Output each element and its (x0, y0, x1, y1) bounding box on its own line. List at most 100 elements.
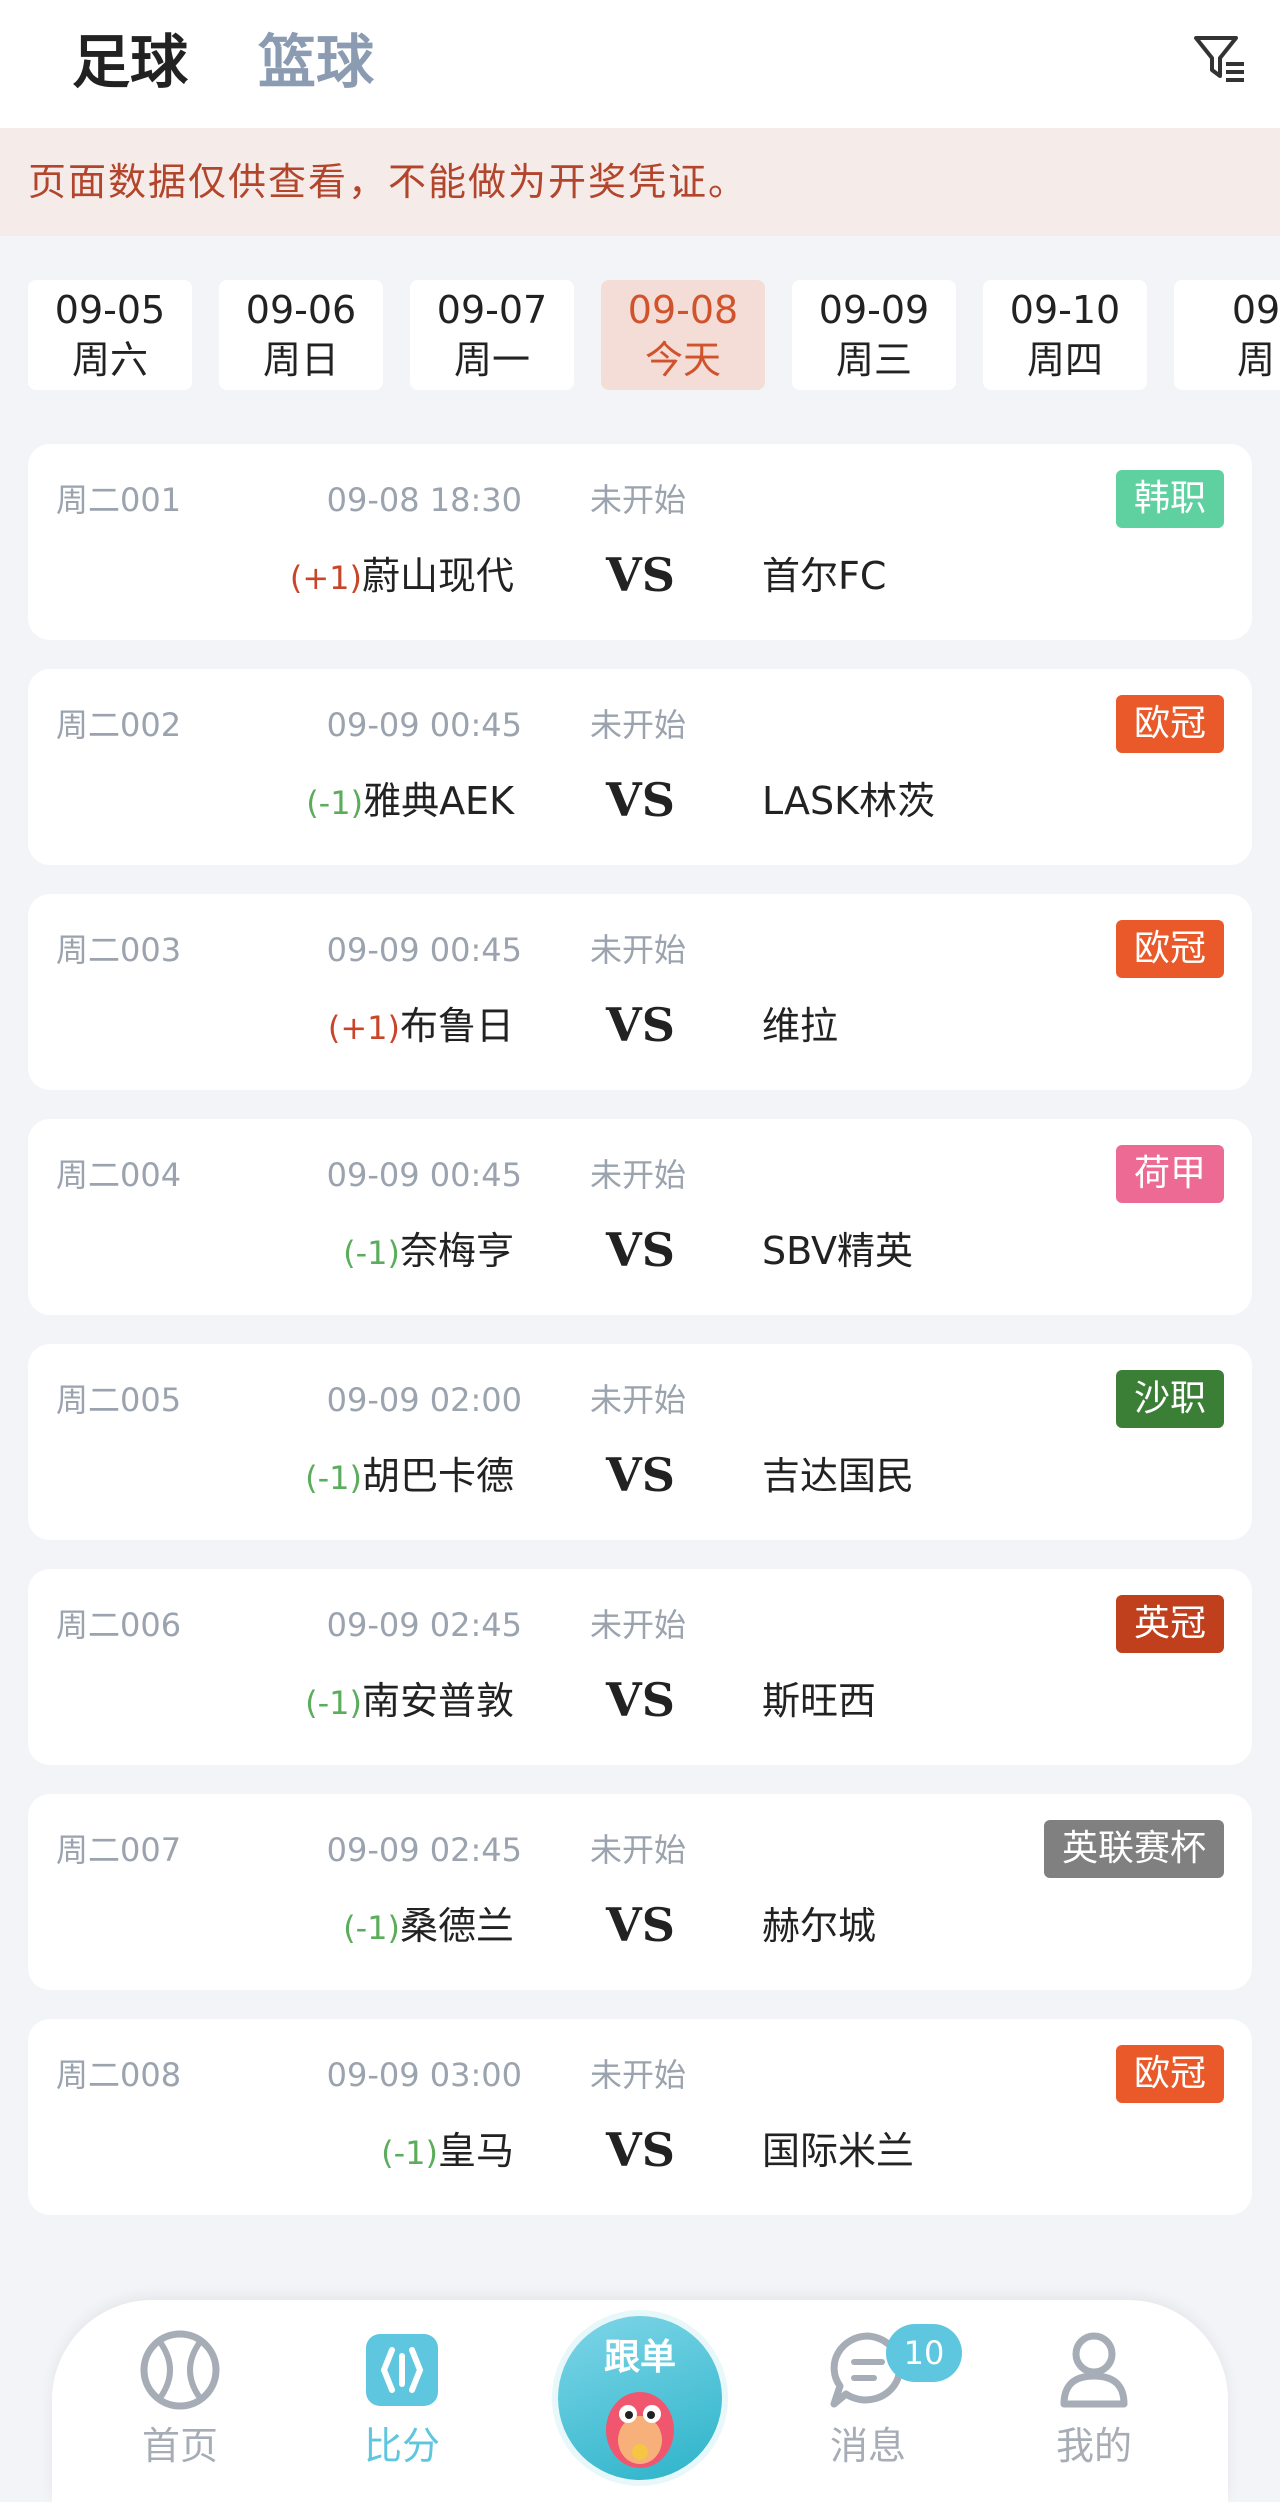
date-item[interactable]: 09-08 今天 (601, 280, 765, 390)
home-team: (-1)奈梅亨 (343, 1223, 514, 1281)
home-team-name: 布鲁日 (399, 1004, 514, 1048)
match-card[interactable]: 周二002 09-09 00:45 未开始 欧冠 (-1)雅典AEK VS LASK林茨 (28, 669, 1252, 865)
home-team: (-1)南安普敦 (305, 1673, 514, 1731)
home-team: (+1)布鲁日 (328, 998, 514, 1056)
match-status: 未开始 (590, 1156, 687, 1194)
away-team-name: LASK林茨 (762, 779, 936, 823)
away-team-name: 赫尔城 (762, 1904, 877, 1948)
away-team-name: 国际米兰 (762, 2129, 915, 2173)
league-badge: 沙职 (1115, 1370, 1224, 1428)
handicap: (+1) (289, 559, 362, 597)
weekday-label: 周四 (1026, 338, 1103, 382)
nav-home[interactable]: 首页 (100, 2328, 260, 2472)
match-status: 未开始 (590, 1831, 687, 1869)
weekday-label: 周一 (453, 338, 530, 382)
match-code: 周二005 (56, 1381, 182, 1419)
tab-football[interactable]: 足球 (72, 22, 188, 102)
match-time: 09-09 00:45 (326, 931, 522, 969)
tab-basketball[interactable]: 篮球 (258, 22, 374, 102)
match-status: 未开始 (590, 481, 687, 519)
follow-bet-button[interactable]: 跟单 (558, 2316, 722, 2480)
vs-label: VS (606, 2123, 675, 2177)
date-label: 09-06 (245, 288, 357, 332)
weekday-label: 周六 (71, 338, 148, 382)
date-label: 09-09 (818, 288, 930, 332)
match-status: 未开始 (590, 1606, 687, 1644)
nav-score[interactable]: 比分 (322, 2328, 482, 2472)
match-time: 09-09 00:45 (326, 706, 522, 744)
vs-label: VS (606, 773, 675, 827)
match-card[interactable]: 周二004 09-09 00:45 未开始 荷甲 (-1)奈梅亨 VS SBV精英 (28, 1119, 1252, 1315)
nav-profile[interactable]: 我的 (1014, 2328, 1174, 2472)
bottom-nav: 首页 比分 跟单 消息 10 我的 (52, 2300, 1228, 2502)
match-card[interactable]: 周二008 09-09 03:00 未开始 欧冠 (-1)皇马 VS 国际米兰 (28, 2019, 1252, 2215)
match-card[interactable]: 周二001 09-08 18:30 未开始 韩职 (+1)蔚山现代 VS 首尔FC (28, 444, 1252, 640)
home-team-name: 桑德兰 (399, 1904, 514, 1948)
vs-label: VS (606, 1223, 675, 1277)
match-code: 周二003 (56, 931, 182, 969)
nav-messages-label: 消息 (829, 2424, 906, 2468)
vs-label: VS (606, 1448, 675, 1502)
away-team-name: 吉达国民 (762, 1454, 915, 1498)
profile-icon (1060, 2332, 1128, 2408)
ball-icon (140, 2330, 220, 2410)
match-time: 09-09 00:45 (326, 1156, 522, 1194)
home-team: (-1)皇马 (381, 2123, 514, 2181)
home-team-name: 胡巴卡德 (361, 1454, 514, 1498)
match-time: 09-09 02:00 (326, 1381, 522, 1419)
date-item[interactable]: 09-06 周日 (219, 280, 383, 390)
league-badge: 英冠 (1115, 1595, 1224, 1653)
handicap: (-1) (305, 1459, 362, 1497)
away-team-name: 维拉 (762, 1004, 839, 1048)
home-team: (-1)雅典AEK (306, 773, 514, 831)
weekday-label: 周三 (835, 338, 912, 382)
date-label: 09-08 (627, 288, 739, 332)
match-status: 未开始 (590, 1381, 687, 1419)
home-team-name: 奈梅亨 (399, 1229, 514, 1273)
handicap: (-1) (343, 1234, 400, 1272)
match-time: 09-08 18:30 (326, 481, 522, 519)
match-code: 周二002 (56, 706, 182, 744)
weekday-label: 周 (1236, 338, 1275, 382)
date-item[interactable]: 09 周 (1174, 280, 1280, 390)
date-label: 09 (1231, 288, 1280, 332)
handicap: (-1) (306, 784, 364, 822)
match-code: 周二008 (56, 2056, 182, 2094)
handicap: (+1) (327, 1009, 400, 1047)
date-item[interactable]: 09-10 周四 (983, 280, 1147, 390)
match-status: 未开始 (590, 2056, 687, 2094)
mascot-icon (606, 2392, 674, 2468)
vs-label: VS (606, 1898, 675, 1952)
match-time: 09-09 02:45 (326, 1606, 522, 1644)
league-badge: 英联赛杯 (1043, 1820, 1224, 1878)
match-card[interactable]: 周二006 09-09 02:45 未开始 英冠 (-1)南安普敦 VS 斯旺西 (28, 1569, 1252, 1765)
weekday-label: 周日 (262, 338, 339, 382)
date-label: 09-07 (436, 288, 548, 332)
vs-label: VS (606, 548, 675, 602)
match-status: 未开始 (590, 931, 687, 969)
home-team-name: 南安普敦 (361, 1679, 514, 1723)
date-item[interactable]: 09-05 周六 (28, 280, 192, 390)
weekday-label: 今天 (644, 338, 721, 382)
score-icon (366, 2334, 438, 2406)
match-card[interactable]: 周二007 09-09 02:45 未开始 英联赛杯 (-1)桑德兰 VS 赫尔城 (28, 1794, 1252, 1990)
nav-score-label: 比分 (363, 2424, 440, 2468)
league-badge: 韩职 (1115, 470, 1224, 528)
match-card[interactable]: 周二003 09-09 00:45 未开始 欧冠 (+1)布鲁日 VS 维拉 (28, 894, 1252, 1090)
handicap: (-1) (305, 1684, 362, 1722)
date-item[interactable]: 09-09 周三 (792, 280, 956, 390)
match-code: 周二006 (56, 1606, 182, 1644)
match-code: 周二007 (56, 1831, 182, 1869)
filter-icon[interactable] (1192, 30, 1248, 86)
league-badge: 欧冠 (1115, 920, 1224, 978)
date-item[interactable]: 09-07 周一 (410, 280, 574, 390)
handicap: (-1) (381, 2134, 438, 2172)
away-team-name: 斯旺西 (762, 1679, 877, 1723)
home-team-name: 皇马 (437, 2129, 514, 2173)
away-team-name: 首尔FC (762, 554, 887, 598)
home-team: (+1)蔚山现代 (290, 548, 514, 606)
sport-tab-bar: 足球 篮球 (0, 0, 1280, 128)
match-card[interactable]: 周二005 09-09 02:00 未开始 沙职 (-1)胡巴卡德 VS 吉达国民 (28, 1344, 1252, 1540)
match-code: 周二004 (56, 1156, 182, 1194)
date-label: 09-10 (1009, 288, 1121, 332)
